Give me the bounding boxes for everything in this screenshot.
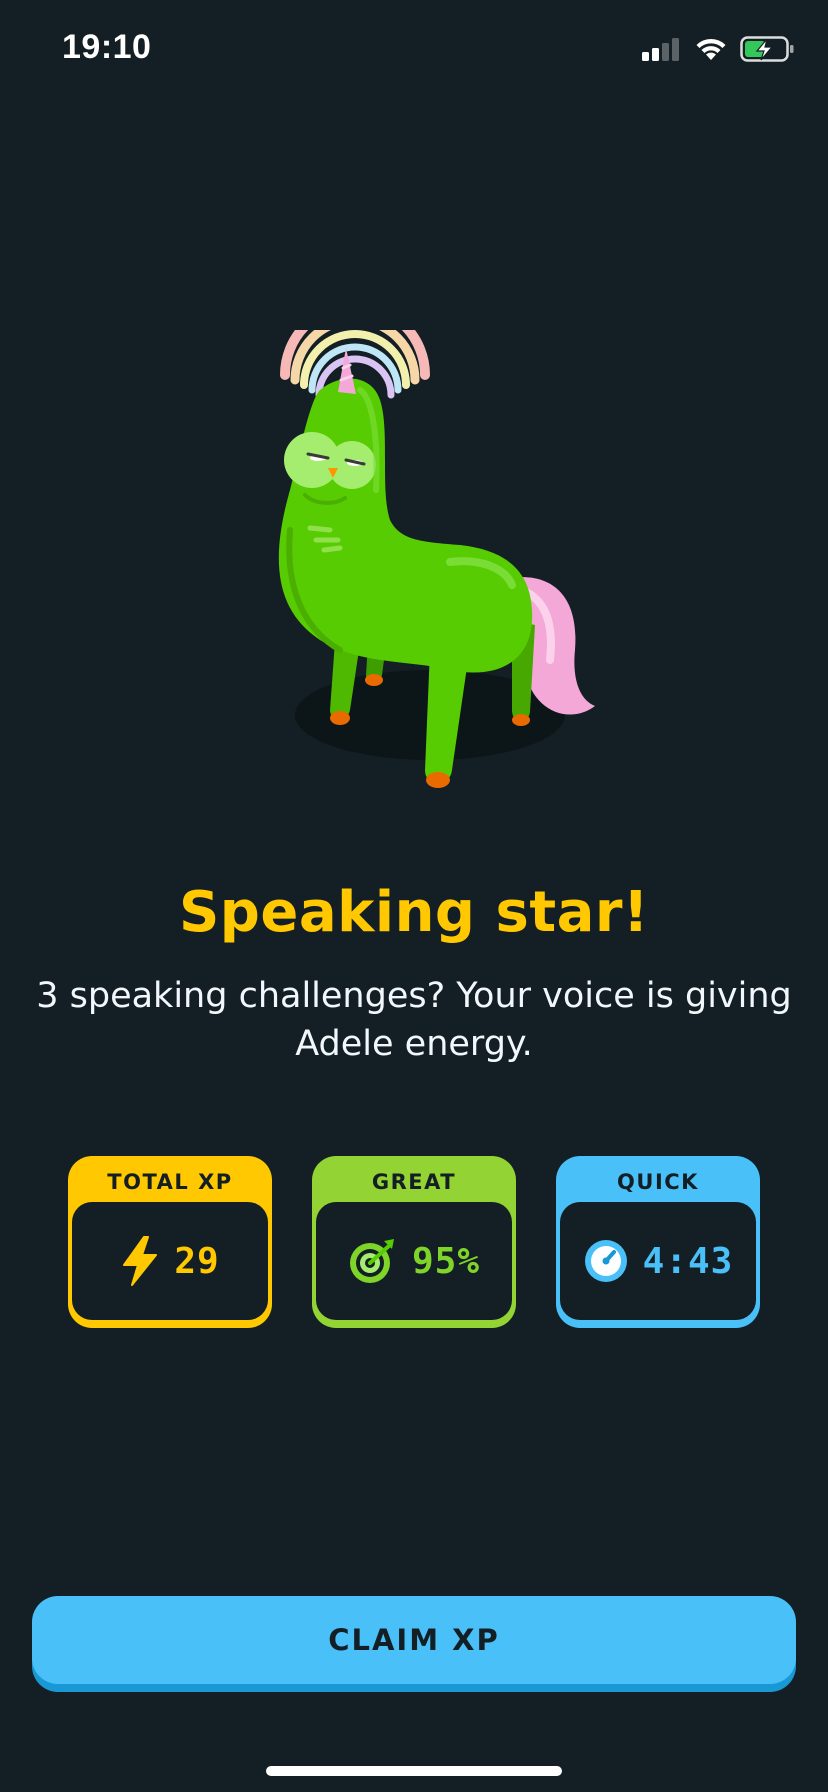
stopwatch-icon bbox=[584, 1240, 627, 1282]
headline: Speaking star! bbox=[178, 880, 650, 945]
great-card: GREAT 95% bbox=[312, 1156, 516, 1328]
quick-body: 4:43 bbox=[560, 1202, 756, 1320]
subtext: 3 speaking challenges? Your voice is giv… bbox=[36, 976, 792, 1064]
quick-label: QUICK bbox=[617, 1170, 699, 1194]
quick-card: QUICK 4:43 bbox=[556, 1156, 760, 1328]
wifi-icon bbox=[696, 38, 726, 60]
quick-value: 4:43 bbox=[642, 1240, 734, 1282]
status-bar: 19:10 bbox=[0, 0, 828, 100]
stats-row: TOTAL XP 29 GREAT 95% QUICK 4:43 bbox=[68, 1156, 760, 1328]
unicorn-owl-icon bbox=[278, 300, 595, 788]
great-label: GREAT bbox=[371, 1170, 457, 1194]
great-body: 95% bbox=[316, 1202, 512, 1320]
unicorn-mascot-illustration bbox=[250, 300, 610, 810]
cellular-signal-icon bbox=[642, 38, 679, 61]
status-time: 19:10 bbox=[62, 28, 152, 66]
claim-xp-button[interactable]: CLAIM XP bbox=[32, 1596, 796, 1684]
total-xp-label: TOTAL XP bbox=[107, 1170, 233, 1194]
lightning-bolt-icon bbox=[123, 1236, 158, 1286]
total-xp-card: TOTAL XP 29 bbox=[68, 1156, 272, 1328]
great-value: 95% bbox=[411, 1240, 481, 1282]
home-indicator[interactable] bbox=[266, 1766, 562, 1776]
total-xp-body: 29 bbox=[72, 1202, 268, 1320]
target-icon bbox=[349, 1239, 394, 1283]
status-icons bbox=[642, 34, 796, 64]
battery-charging-icon bbox=[740, 36, 794, 62]
total-xp-value: 29 bbox=[174, 1240, 220, 1282]
